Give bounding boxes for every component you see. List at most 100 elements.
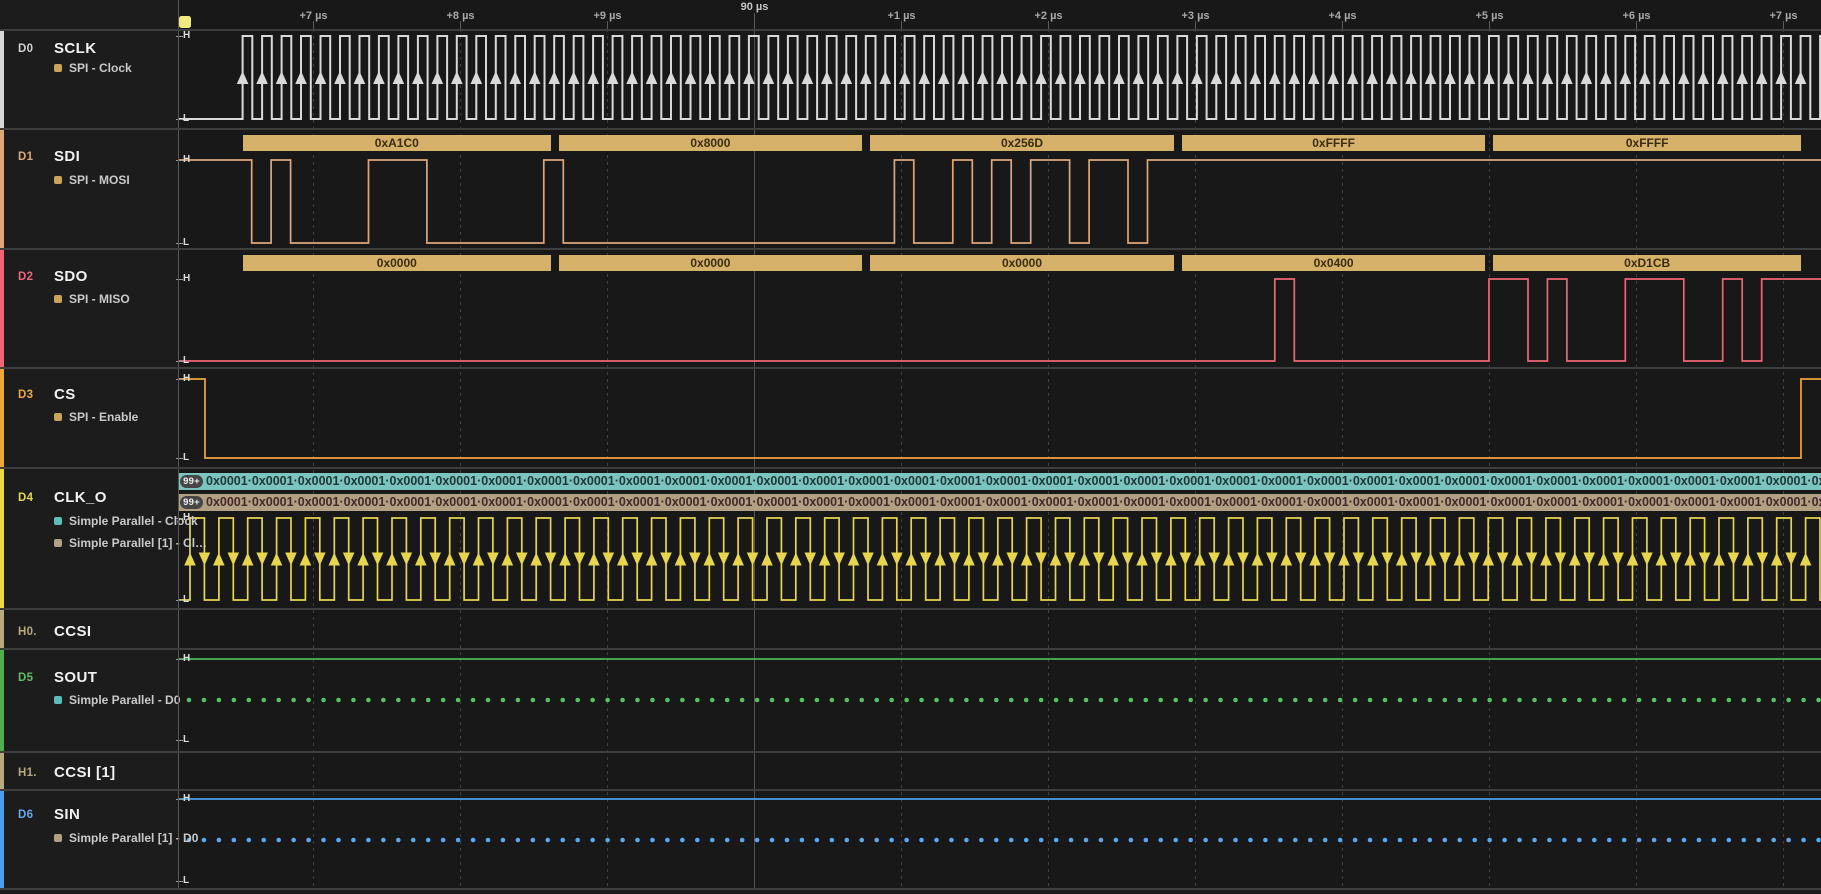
sample-dot bbox=[247, 838, 252, 843]
rising-edge-arrow-icon bbox=[184, 553, 196, 566]
sample-dot bbox=[934, 838, 939, 843]
sample-dot bbox=[1607, 838, 1612, 843]
falling-edge-arrow-icon bbox=[718, 553, 730, 566]
falling-edge-arrow-icon bbox=[516, 553, 528, 566]
sample-dot bbox=[605, 698, 610, 703]
analyzer-item[interactable]: SPI - Enable bbox=[54, 411, 138, 423]
channel-row-sdi[interactable]: D1 SDI SPI - MOSI bbox=[0, 130, 178, 248]
rising-edge-arrow-icon bbox=[743, 71, 755, 84]
sample-dot bbox=[456, 838, 461, 843]
sample-dot bbox=[1323, 838, 1328, 843]
rising-edge-arrow-icon bbox=[509, 71, 521, 84]
analyzer-item[interactable]: SPI - MOSI bbox=[54, 174, 130, 186]
sample-dot bbox=[1368, 698, 1373, 703]
rising-edge-arrow-icon bbox=[821, 71, 833, 84]
row-separator bbox=[0, 29, 1821, 31]
sample-dot bbox=[1368, 838, 1373, 843]
sample-dot bbox=[1517, 698, 1522, 703]
channel-row-ccsi-1[interactable]: H1. CCSI [1] bbox=[0, 753, 178, 789]
rising-edge-arrow-icon bbox=[1152, 71, 1164, 84]
analyzer-item[interactable]: Simple Parallel [1] - Cl… bbox=[54, 537, 207, 549]
falling-edge-arrow-icon bbox=[1093, 553, 1105, 566]
row-separator bbox=[0, 248, 1821, 250]
analyzer-color-swatch bbox=[54, 834, 62, 842]
sample-dot bbox=[1069, 838, 1074, 843]
channel-row-sdo[interactable]: D2 SDO SPI - MISO bbox=[0, 250, 178, 367]
analyzer-item[interactable]: SPI - MISO bbox=[54, 293, 130, 305]
falling-edge-arrow-icon bbox=[314, 553, 326, 566]
sample-dot bbox=[845, 698, 850, 703]
channel-row-clk-o[interactable]: D4 CLK_O Simple Parallel - Clock Simple … bbox=[0, 469, 178, 608]
rising-edge-arrow-icon bbox=[879, 71, 891, 84]
low-level-label: L bbox=[183, 238, 189, 248]
rising-edge-arrow-icon bbox=[905, 553, 917, 566]
sample-dot bbox=[815, 698, 820, 703]
sample-dot bbox=[1173, 698, 1178, 703]
rising-edge-arrow-icon bbox=[617, 553, 629, 566]
sample-dot bbox=[725, 698, 730, 703]
sample-dot bbox=[665, 698, 670, 703]
sample-dot bbox=[441, 838, 446, 843]
sample-dot bbox=[1577, 698, 1582, 703]
rising-edge-arrow-icon bbox=[1482, 553, 1494, 566]
sample-dot bbox=[217, 698, 222, 703]
channel-row-sin[interactable]: D6 SIN Simple Parallel [1] - D0 bbox=[0, 791, 178, 888]
analyzer-item[interactable]: Simple Parallel - D0 bbox=[54, 694, 180, 706]
rising-edge-arrow-icon bbox=[1795, 71, 1807, 84]
rising-edge-arrow-icon bbox=[646, 553, 658, 566]
low-level-label: L bbox=[183, 595, 189, 605]
timeline[interactable]: +7 µs+8 µs+9 µs90 µs+1 µs+2 µs+3 µs+4 µs… bbox=[0, 0, 1821, 29]
sample-dot bbox=[859, 698, 864, 703]
channel-name: SCLK bbox=[54, 40, 96, 57]
falling-edge-arrow-icon bbox=[776, 553, 788, 566]
sample-dot bbox=[1308, 838, 1313, 843]
analyzer-item[interactable]: Simple Parallel - Clock bbox=[54, 515, 198, 527]
decoded-value-bar: 0x8000 bbox=[559, 135, 863, 151]
rising-edge-arrow-icon bbox=[1055, 71, 1067, 84]
channel-name: SOUT bbox=[54, 669, 97, 686]
channel-row-ccsi[interactable]: H0. CCSI bbox=[0, 610, 178, 648]
analyzer-item[interactable]: Simple Parallel [1] - D0 bbox=[54, 832, 198, 844]
rising-edge-arrow-icon bbox=[357, 553, 369, 566]
sample-dot bbox=[680, 698, 685, 703]
sample-dot bbox=[1637, 698, 1642, 703]
sidebar-divider[interactable] bbox=[178, 0, 179, 890]
rising-edge-arrow-icon bbox=[373, 71, 385, 84]
rising-edge-arrow-icon bbox=[256, 71, 268, 84]
analyzer-label: Simple Parallel - D0 bbox=[69, 693, 180, 707]
falling-edge-arrow-icon bbox=[1670, 553, 1682, 566]
sample-dot bbox=[874, 838, 879, 843]
timeline-marker[interactable] bbox=[179, 16, 191, 28]
sample-dot bbox=[336, 698, 341, 703]
sample-dot bbox=[1742, 838, 1747, 843]
rising-edge-arrow-icon bbox=[1742, 553, 1754, 566]
rising-edge-arrow-icon bbox=[957, 71, 969, 84]
sample-dot bbox=[1592, 698, 1597, 703]
rising-edge-arrow-icon bbox=[1736, 71, 1748, 84]
rising-edge-arrow-icon bbox=[1172, 71, 1184, 84]
channel-row-cs[interactable]: D3 CS SPI - Enable bbox=[0, 369, 178, 467]
sample-dot bbox=[291, 698, 296, 703]
channel-id: H1. bbox=[18, 767, 37, 779]
sample-dot bbox=[1532, 838, 1537, 843]
sample-dot bbox=[1009, 698, 1014, 703]
sample-dot bbox=[964, 698, 969, 703]
sample-dot bbox=[859, 838, 864, 843]
falling-edge-arrow-icon bbox=[199, 553, 211, 566]
analyzer-item[interactable]: SPI - Clock bbox=[54, 62, 132, 74]
timeline-tick-label: +1 µs bbox=[887, 10, 915, 22]
rising-edge-arrow-icon bbox=[1386, 71, 1398, 84]
sample-dot bbox=[516, 698, 521, 703]
rising-edge-arrow-icon bbox=[685, 71, 697, 84]
falling-edge-arrow-icon bbox=[1439, 553, 1451, 566]
sample-dot bbox=[575, 838, 580, 843]
high-level-label: H bbox=[183, 31, 190, 41]
analyzer-color-swatch bbox=[54, 176, 62, 184]
sample-dot bbox=[680, 838, 685, 843]
rising-edge-arrow-icon bbox=[607, 71, 619, 84]
channel-row-sout[interactable]: D5 SOUT Simple Parallel - D0 bbox=[0, 650, 178, 751]
row-separator bbox=[0, 888, 1821, 890]
falling-edge-arrow-icon bbox=[574, 553, 586, 566]
rising-edge-arrow-icon bbox=[1223, 553, 1235, 566]
channel-row-sclk[interactable]: D0 SCLK SPI - Clock bbox=[0, 31, 178, 128]
